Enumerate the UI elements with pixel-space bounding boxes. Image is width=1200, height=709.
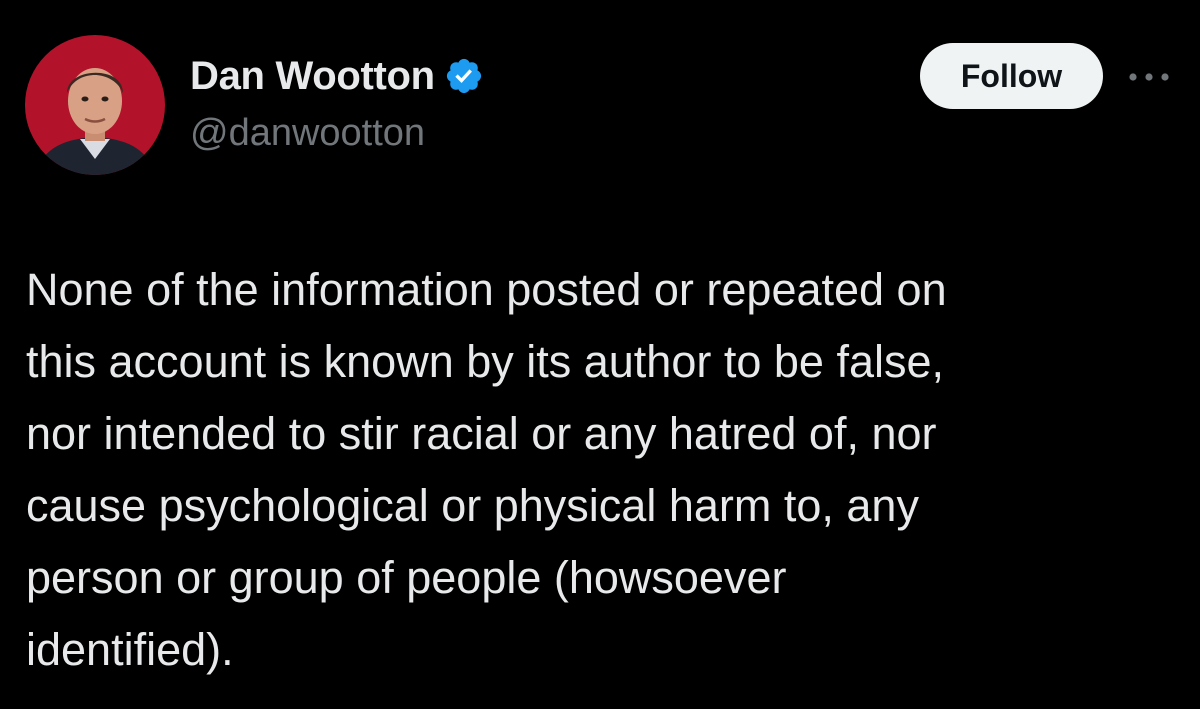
display-name[interactable]: Dan Wootton [190,54,435,99]
tweet-text-line: cause psychological or physical harm to,… [26,480,919,531]
profile-photo-icon [25,35,165,175]
follow-button[interactable]: Follow [920,43,1103,109]
verified-checkmark-icon[interactable] [444,56,484,96]
tweet-text-line: identified). [26,624,234,675]
tweet-text-line: person or group of people (howsoever [26,552,787,603]
tweet-text-line: nor intended to stir racial or any hatre… [26,408,937,459]
user-name-row: Dan Wootton [190,50,484,102]
more-options-icon [1129,73,1169,81]
avatar[interactable] [25,35,165,175]
user-handle[interactable]: @danwootton [190,112,425,155]
tweet-text-line: this account is known by its author to b… [26,336,944,387]
tweet-text-line: None of the information posted or repeat… [26,264,947,315]
more-options-button[interactable] [1124,62,1174,92]
tweet-card: Dan Wootton @danwootton Follow None of t… [0,0,1200,709]
tweet-text: None of the information posted or repeat… [26,254,1176,686]
